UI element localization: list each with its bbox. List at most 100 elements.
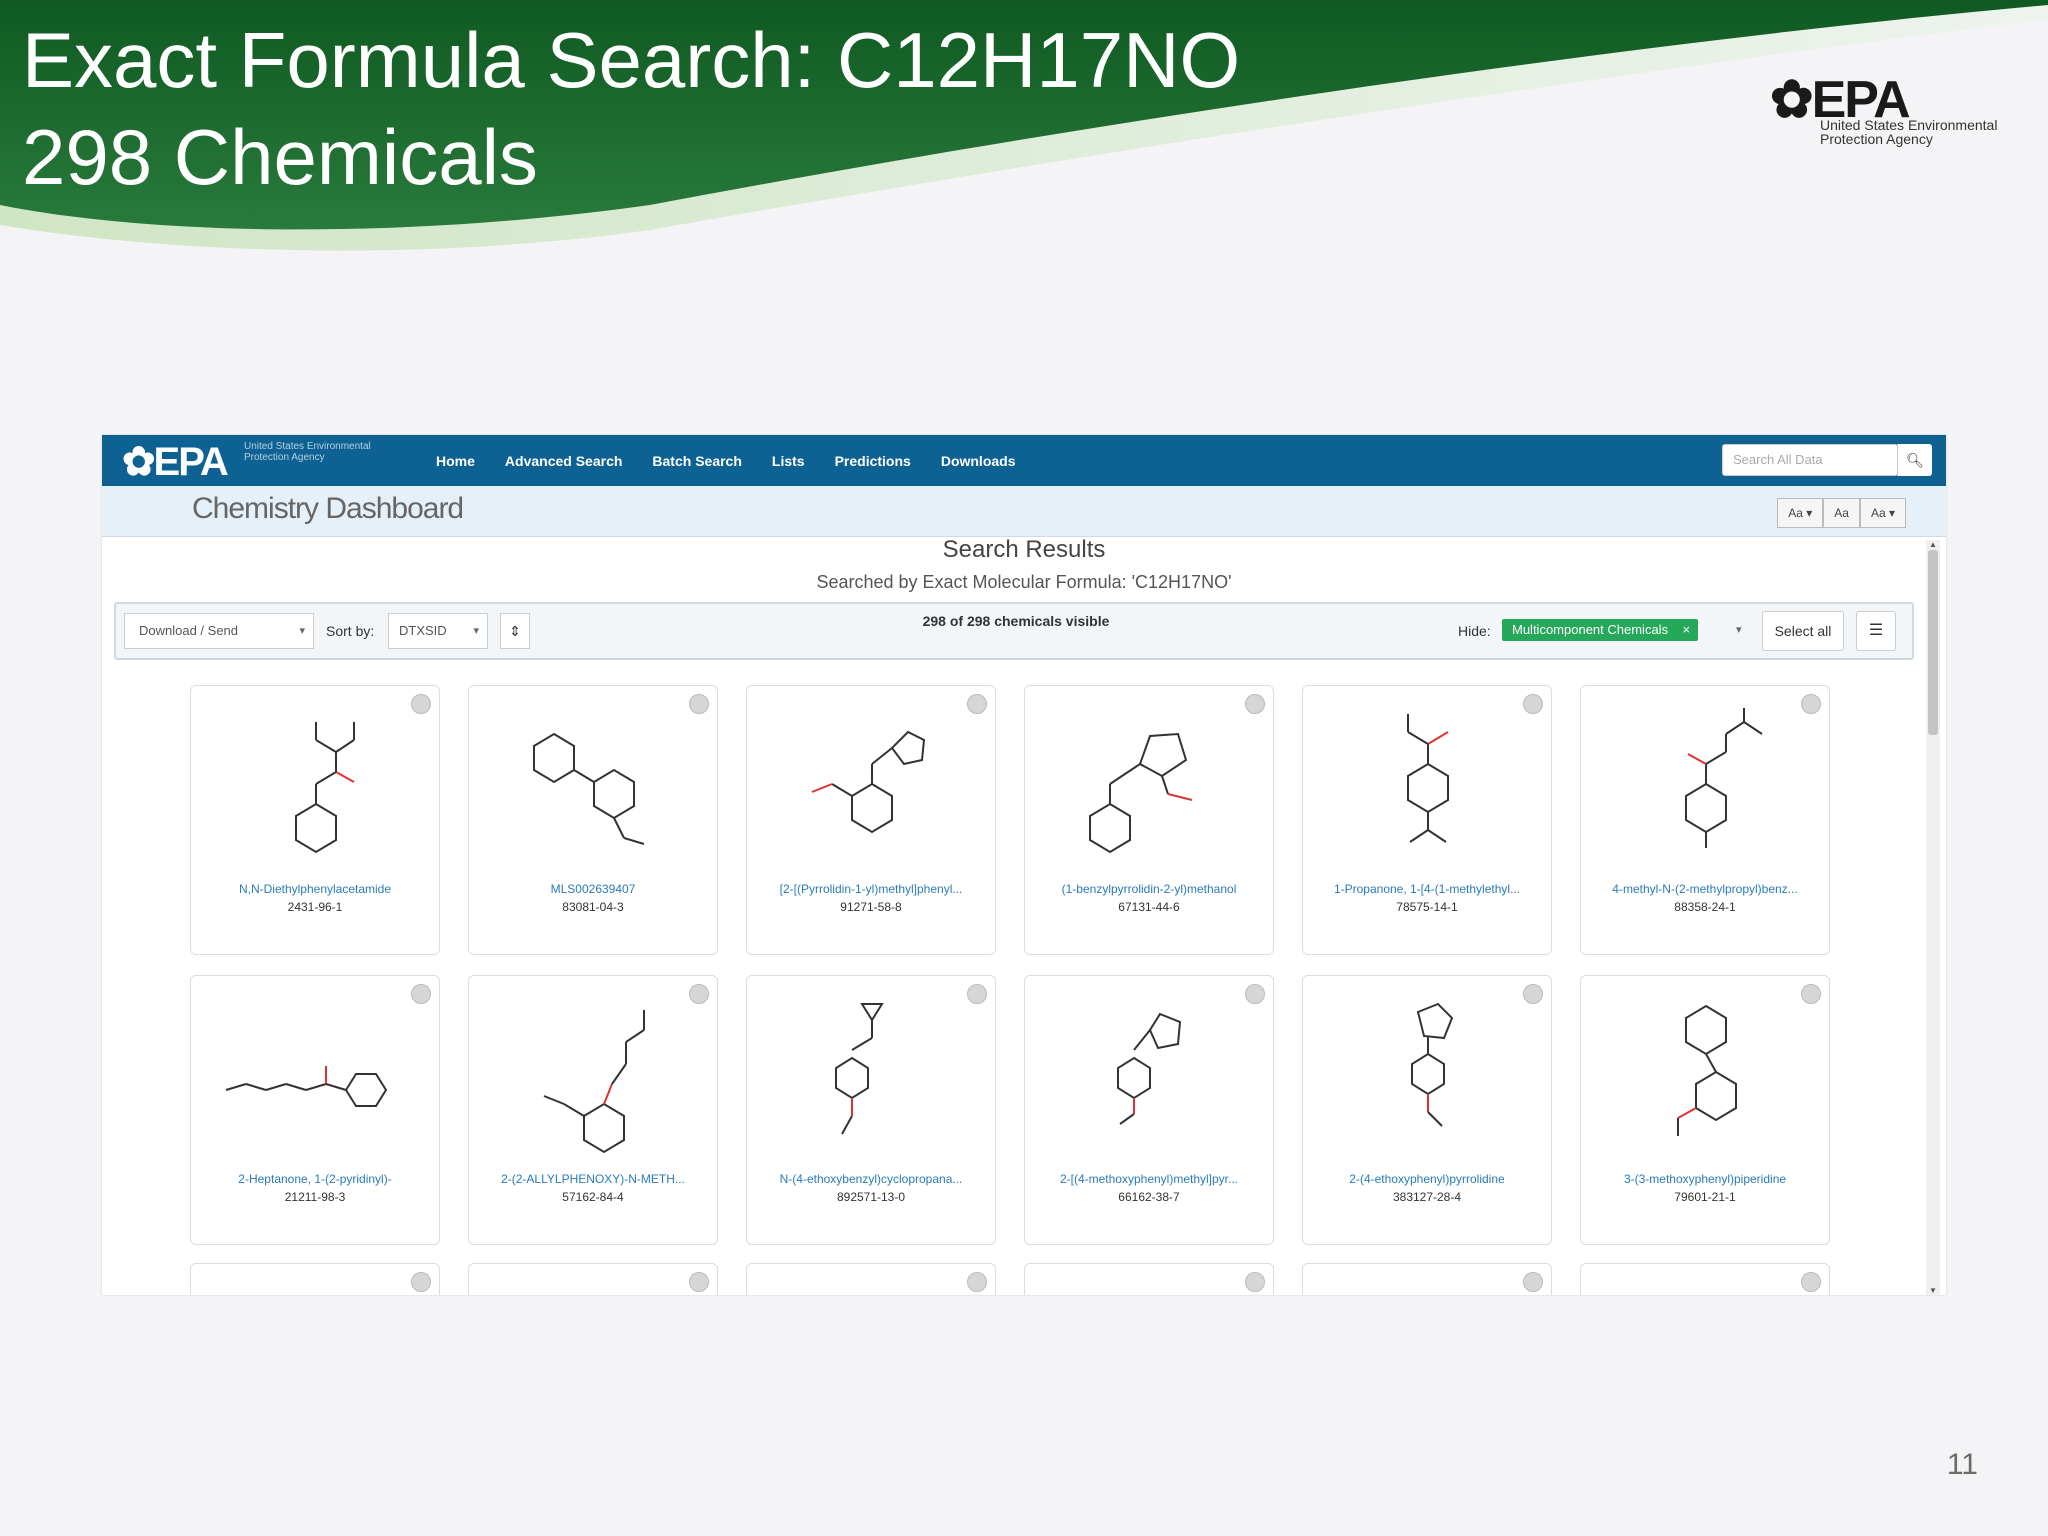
chevron-down-icon[interactable]: ▾ [1736, 623, 1742, 636]
structure-image [1089, 732, 1193, 854]
results-scrollbar[interactable]: ▲ ▼ [1926, 540, 1940, 1295]
chemical-card[interactable] [190, 1263, 440, 1295]
chemical-name-link[interactable]: 2-Heptanone, 1-(2-pyridinyl)- [199, 1172, 431, 1186]
chemical-name-link[interactable]: 3-(3-methoxyphenyl)piperidine [1589, 1172, 1821, 1186]
slide-number: 11 [1946, 1448, 1978, 1481]
scroll-down-icon[interactable]: ▼ [1926, 1286, 1940, 1295]
chemical-card[interactable]: [2-[(Pyrrolidin-1-yl)methyl]phenyl... 91… [746, 685, 996, 955]
dashboard-navbar: ✿EPA United States Environmental Protect… [102, 435, 1946, 486]
nav-links: Home Advanced Search Batch Search Lists … [436, 435, 1046, 486]
chemical-card[interactable]: 1-Propanone, 1-[4-(1-methylethyl... 7857… [1302, 685, 1552, 955]
dashboard-subheader: Chemistry Dashboard Aa ▾ Aa Aa ▾ [102, 486, 1946, 537]
cas-number: 88358-24-1 [1674, 900, 1736, 914]
select-radio[interactable] [1245, 1272, 1265, 1292]
font-size-buttons: Aa ▾ Aa Aa ▾ [1777, 498, 1906, 528]
epa-logo-subtitle: United States Environmental Protection A… [1820, 117, 1998, 147]
nav-link-home[interactable]: Home [436, 453, 475, 469]
structure-image [1407, 714, 1449, 843]
chemical-card[interactable] [1302, 1263, 1552, 1295]
search-icon: 🔍︎ [1906, 452, 1924, 468]
cas-number: 66162-38-7 [1118, 1190, 1180, 1204]
nav-link-downloads[interactable]: Downloads [941, 453, 1016, 469]
cas-number: 57162-84-4 [562, 1190, 624, 1204]
results-subtitle: Searched by Exact Molecular Formula: 'C1… [816, 572, 1232, 592]
select-all-button[interactable]: Select all [1762, 611, 1844, 651]
chemical-name-link[interactable]: 2-(2-ALLYLPHENOXY)-N-METH... [477, 1172, 709, 1186]
scroll-thumb[interactable] [1928, 550, 1938, 735]
chemical-name-link[interactable]: 2-(4-ethoxyphenyl)pyrrolidine [1311, 1172, 1543, 1186]
font-large-button[interactable]: Aa ▾ [1859, 498, 1906, 528]
cas-number: 892571-13-0 [836, 1190, 906, 1204]
select-radio[interactable] [967, 1272, 987, 1292]
chemical-name-link[interactable]: 1-Propanone, 1-[4-(1-methylethyl... [1311, 882, 1543, 896]
structure-image [543, 1010, 645, 1154]
chemical-name-link[interactable]: N-(4-ethoxybenzyl)cyclopropana... [755, 1172, 987, 1186]
chemical-card[interactable] [468, 1263, 718, 1295]
chemical-card[interactable] [746, 1263, 996, 1295]
nav-link-advanced-search[interactable]: Advanced Search [505, 453, 623, 469]
nav-link-batch-search[interactable]: Batch Search [652, 453, 741, 469]
chemical-name-link[interactable]: (1-benzylpyrrolidin-2-yl)methanol [1033, 882, 1265, 896]
select-radio[interactable] [1801, 1272, 1821, 1292]
structure-image [295, 722, 355, 854]
structure-image [225, 1066, 388, 1107]
font-small-button[interactable]: Aa ▾ [1777, 498, 1824, 528]
hide-label: Hide: [1458, 623, 1491, 639]
chemical-card[interactable]: N,N-Diethylphenylacetamide 2431-96-1 [190, 685, 440, 955]
nav-link-lists[interactable]: Lists [772, 453, 805, 469]
chemical-name-link[interactable]: [2-[(Pyrrolidin-1-yl)methyl]phenyl... [755, 882, 987, 896]
nav-logo-subtitle: United States Environmental Protection A… [244, 441, 371, 463]
structure-image [1677, 1004, 1737, 1136]
chemical-name-link[interactable]: N,N-Diethylphenylacetamide [199, 882, 431, 896]
structure-image [1411, 1002, 1454, 1127]
chemical-name-link[interactable]: MLS002639407 [477, 882, 709, 896]
close-icon[interactable]: × [1682, 619, 1690, 641]
list-icon: ☰ [1868, 622, 1884, 639]
chemical-card[interactable] [1024, 1263, 1274, 1295]
chemical-card[interactable]: MLS002639407 83081-04-3 [468, 685, 718, 955]
cas-number: 383127-28-4 [1392, 1190, 1462, 1204]
search-button[interactable]: 🔍︎ [1897, 444, 1932, 476]
chemical-card[interactable]: 2-Heptanone, 1-(2-pyridinyl)- 21211-98-3 [190, 975, 440, 1245]
epa-slide-logo: ✿EPA United States Environmental Protect… [1770, 70, 2010, 170]
structure-image [1117, 1012, 1182, 1125]
font-medium-button[interactable]: Aa [1823, 498, 1860, 528]
chemical-card[interactable]: 4-methyl-N-(2-methylpropyl)benz... 88358… [1580, 685, 1830, 955]
list-view-button[interactable]: ☰ [1856, 611, 1896, 651]
chemical-card[interactable]: 2-(2-ALLYLPHENOXY)-N-METH... 57162-84-4 [468, 975, 718, 1245]
cas-number: 79601-21-1 [1674, 1190, 1736, 1204]
slide-title-line2: 298 Chemicals [22, 113, 538, 201]
cas-number: 91271-58-8 [840, 900, 902, 914]
structure-image [533, 732, 645, 845]
select-radio[interactable] [689, 1272, 709, 1292]
structure-image [1685, 708, 1763, 848]
cas-number: 2431-96-1 [287, 900, 343, 914]
nav-link-predictions[interactable]: Predictions [835, 453, 911, 469]
chemical-name-link[interactable]: 4-methyl-N-(2-methylpropyl)benz... [1589, 882, 1821, 896]
cas-number: 21211-98-3 [284, 1190, 346, 1204]
cas-number: 83081-04-3 [562, 900, 624, 914]
select-radio[interactable] [1523, 1272, 1543, 1292]
chemical-card[interactable]: 2-(4-ethoxyphenyl)pyrrolidine 383127-28-… [1302, 975, 1552, 1245]
results-toolbar: Download / Send ▾ Sort by: DTXSID ▾ ⇕ 298 … [114, 602, 1914, 660]
chemical-card[interactable]: N-(4-ethoxybenzyl)cyclopropana... 892571… [746, 975, 996, 1245]
results-title: Search Results [942, 536, 1106, 563]
chemical-card[interactable]: 3-(3-methoxyphenyl)piperidine 79601-21-1 [1580, 975, 1830, 1245]
cas-number: 67131-44-6 [1118, 900, 1180, 914]
search-input[interactable]: Search All Data [1722, 444, 1898, 476]
structure-image [835, 1003, 884, 1135]
dashboard-title: Chemistry Dashboard [192, 492, 464, 525]
dashboard-screenshot: ✿EPA United States Environmental Protect… [102, 435, 1946, 1295]
select-radio[interactable] [411, 1272, 431, 1292]
chemical-name-link[interactable]: 2-[(4-methoxyphenyl)methyl]pyr... [1033, 1172, 1265, 1186]
scroll-up-icon[interactable]: ▲ [1926, 540, 1940, 549]
slide-title-line1: Exact Formula Search: C12H17NO [22, 16, 1241, 104]
chemical-card[interactable]: 2-[(4-methoxyphenyl)methyl]pyr... 66162-… [1024, 975, 1274, 1245]
structure-image [811, 730, 926, 834]
cas-number: 78575-14-1 [1396, 900, 1458, 914]
nav-epa-logo[interactable]: ✿EPA [122, 439, 229, 485]
chemical-card[interactable]: (1-benzylpyrrolidin-2-yl)methanol 67131-… [1024, 685, 1274, 955]
hide-filter-tag[interactable]: Multicomponent Chemicals × [1502, 619, 1699, 641]
slide-title: Exact Formula Search: C12H17NO 298 Chemi… [22, 12, 1240, 206]
chemical-card[interactable] [1580, 1263, 1830, 1295]
